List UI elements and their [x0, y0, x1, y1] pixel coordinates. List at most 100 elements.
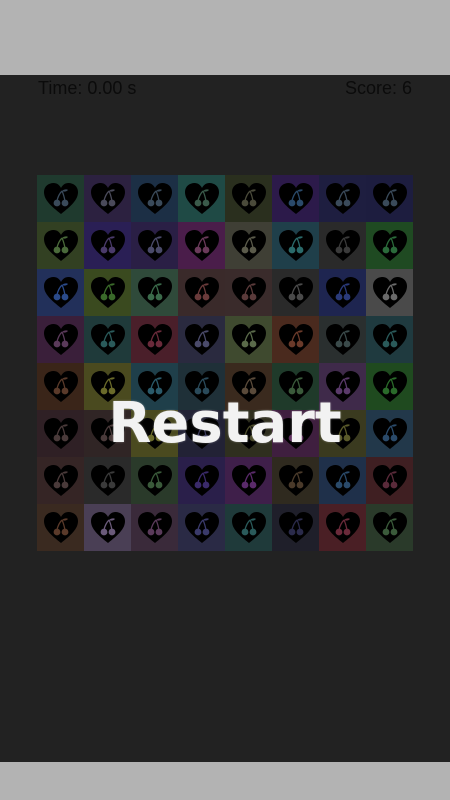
board-tile[interactable] [84, 316, 131, 363]
board-tile[interactable] [37, 269, 84, 316]
heart-with-cherries-icon [184, 277, 219, 308]
heart-with-cherries-icon [137, 183, 172, 214]
bottom-bar [0, 762, 450, 800]
board-tile[interactable] [178, 269, 225, 316]
heart-with-cherries-icon [137, 324, 172, 355]
board-tile[interactable] [272, 222, 319, 269]
heart-with-cherries-icon [278, 465, 313, 496]
board-tile[interactable] [84, 175, 131, 222]
board-tile[interactable] [319, 316, 366, 363]
board-tile[interactable] [131, 269, 178, 316]
board-tile[interactable] [272, 316, 319, 363]
heart-with-cherries-icon [231, 512, 266, 543]
restart-button[interactable]: Restart [0, 389, 450, 459]
board-tile[interactable] [366, 269, 413, 316]
board-tile[interactable] [225, 504, 272, 551]
heart-with-cherries-icon [372, 183, 407, 214]
board-tile[interactable] [366, 457, 413, 504]
board-tile[interactable] [272, 269, 319, 316]
heart-with-cherries-icon [231, 277, 266, 308]
board-tile[interactable] [37, 504, 84, 551]
heart-with-cherries-icon [90, 324, 125, 355]
heart-with-cherries-icon [90, 465, 125, 496]
board-tile[interactable] [84, 222, 131, 269]
heart-with-cherries-icon [43, 465, 78, 496]
heart-with-cherries-icon [43, 277, 78, 308]
board-tile[interactable] [225, 222, 272, 269]
heart-with-cherries-icon [231, 324, 266, 355]
heart-with-cherries-icon [137, 230, 172, 261]
heart-with-cherries-icon [372, 277, 407, 308]
heart-with-cherries-icon [90, 512, 125, 543]
heart-with-cherries-icon [372, 465, 407, 496]
board-tile[interactable] [37, 175, 84, 222]
board-tile[interactable] [178, 175, 225, 222]
board-tile[interactable] [319, 457, 366, 504]
heart-with-cherries-icon [90, 183, 125, 214]
board-tile[interactable] [366, 504, 413, 551]
board-tile[interactable] [84, 457, 131, 504]
board-tile[interactable] [366, 175, 413, 222]
time-display: Time: 0.00 s [38, 78, 137, 98]
board-tile[interactable] [37, 316, 84, 363]
board-tile[interactable] [366, 222, 413, 269]
board-tile[interactable] [178, 222, 225, 269]
board-tile[interactable] [319, 222, 366, 269]
heart-with-cherries-icon [43, 324, 78, 355]
heart-with-cherries-icon [325, 512, 360, 543]
board-tile[interactable] [84, 269, 131, 316]
heart-with-cherries-icon [43, 512, 78, 543]
board-tile[interactable] [178, 457, 225, 504]
heart-with-cherries-icon [372, 230, 407, 261]
heart-with-cherries-icon [372, 512, 407, 543]
board-tile[interactable] [366, 316, 413, 363]
board-tile[interactable] [178, 504, 225, 551]
heart-with-cherries-icon [372, 324, 407, 355]
board-tile[interactable] [225, 316, 272, 363]
heart-with-cherries-icon [278, 230, 313, 261]
heart-with-cherries-icon [43, 230, 78, 261]
heart-with-cherries-icon [231, 465, 266, 496]
heart-with-cherries-icon [231, 230, 266, 261]
board-tile[interactable] [131, 175, 178, 222]
score-display: Score: 6 [344, 78, 412, 98]
heart-with-cherries-icon [184, 183, 219, 214]
board-tile[interactable] [178, 316, 225, 363]
heart-with-cherries-icon [278, 324, 313, 355]
board-tile[interactable] [131, 457, 178, 504]
game-screen: Time: 0.00 s Score: 6 Restart [0, 75, 450, 762]
board-tile[interactable] [319, 269, 366, 316]
heart-with-cherries-icon [325, 324, 360, 355]
heart-with-cherries-icon [184, 230, 219, 261]
heart-with-cherries-icon [325, 183, 360, 214]
heart-with-cherries-icon [325, 277, 360, 308]
board-tile[interactable] [272, 504, 319, 551]
board-tile[interactable] [225, 175, 272, 222]
heart-with-cherries-icon [137, 512, 172, 543]
board-tile[interactable] [272, 457, 319, 504]
board-tile[interactable] [225, 457, 272, 504]
heart-with-cherries-icon [43, 183, 78, 214]
heart-with-cherries-icon [137, 465, 172, 496]
heart-with-cherries-icon [231, 183, 266, 214]
heart-with-cherries-icon [325, 465, 360, 496]
heart-with-cherries-icon [137, 277, 172, 308]
board-tile[interactable] [131, 222, 178, 269]
game-board [37, 175, 413, 551]
heart-with-cherries-icon [184, 512, 219, 543]
board-tile[interactable] [225, 269, 272, 316]
board-tile[interactable] [319, 504, 366, 551]
heart-with-cherries-icon [325, 230, 360, 261]
board-tile[interactable] [37, 222, 84, 269]
heart-with-cherries-icon [90, 230, 125, 261]
heart-with-cherries-icon [278, 183, 313, 214]
board-tile[interactable] [84, 504, 131, 551]
board-tile[interactable] [131, 504, 178, 551]
board-tile[interactable] [131, 316, 178, 363]
board-tile[interactable] [319, 175, 366, 222]
board-tile[interactable] [272, 175, 319, 222]
heart-with-cherries-icon [278, 512, 313, 543]
heart-with-cherries-icon [184, 324, 219, 355]
top-bar [0, 0, 450, 75]
board-tile[interactable] [37, 457, 84, 504]
